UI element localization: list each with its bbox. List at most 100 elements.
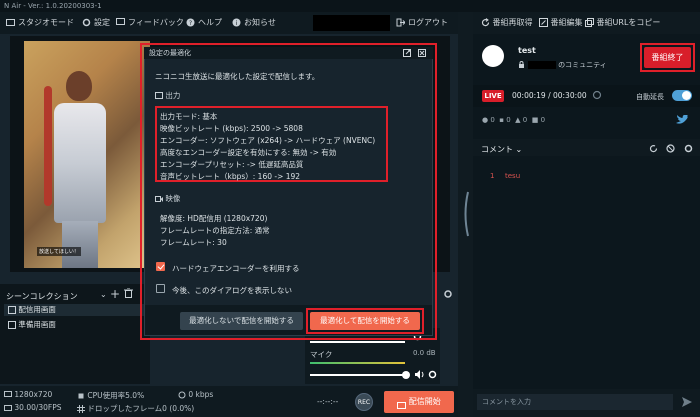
lock-icon <box>518 61 525 68</box>
community-line[interactable]: のコミュニティ <box>518 60 607 70</box>
bitrate-status: 0 kbps <box>178 390 213 399</box>
video-section-label: 映像 <box>165 194 181 203</box>
close-icon[interactable] <box>418 49 426 59</box>
scene-item[interactable]: 配信用画面 <box>4 304 146 316</box>
notice-label: お知らせ <box>244 18 276 27</box>
output-icon <box>155 92 163 100</box>
program-stats: ● 0 ▪ 0 ▲ 0 ■ 0 <box>482 116 602 126</box>
mic-volume-slider[interactable] <box>310 374 405 376</box>
settings-button[interactable]: 設定 <box>82 17 110 28</box>
refresh-comments-icon[interactable] <box>649 144 658 155</box>
fps-status: 30.00/30FPS <box>4 403 62 412</box>
add-scene-icon[interactable]: + <box>110 287 120 301</box>
feedback-label: フィードバック <box>128 18 184 27</box>
window-title: N Air - Ver.: 1.0.20200303-1 <box>0 0 700 12</box>
popout-icon[interactable] <box>403 49 411 59</box>
chevron-down-icon: ⌄ <box>515 145 523 154</box>
cpu-icon <box>77 392 85 400</box>
refresh-icon <box>481 18 490 27</box>
copy-program-url-label: 番組URLをコピー <box>596 18 661 27</box>
gear-icon <box>82 18 91 27</box>
scene-item-label: 配信用画面 <box>18 305 56 314</box>
hide-dialog-checkbox[interactable] <box>156 284 165 293</box>
program-panel <box>473 12 700 417</box>
edit-program-button[interactable]: 番組編集 <box>539 17 583 28</box>
mic-label: マイク <box>310 350 333 359</box>
broadcast-icon <box>397 397 407 409</box>
program-toolbar: 番組再取得 番組編集 番組URLをコピー <box>473 12 700 34</box>
studio-mode-label: スタジオモード <box>18 18 74 27</box>
output-section-label: 出力 <box>165 91 181 100</box>
edit-program-label: 番組編集 <box>550 18 583 27</box>
rec-button[interactable]: REC <box>355 393 373 411</box>
grid-icon <box>77 405 85 413</box>
user-name: test <box>518 46 536 55</box>
send-icon[interactable] <box>682 397 692 409</box>
dropped-frames-status: ドロップしたフレーム0 (0.0%) <box>77 403 194 414</box>
extend-time-icon[interactable] <box>592 90 602 102</box>
comment-settings-icon[interactable] <box>684 144 693 155</box>
scene-collection-dropdown-icon[interactable]: ⌄ <box>100 290 107 299</box>
viewers-count: 0 <box>490 116 495 124</box>
hide-dialog-label: 今後、このダイアログを表示しない <box>172 286 292 295</box>
feedback-button[interactable]: フィードバック <box>116 17 184 28</box>
output-line: 高度なエンコーダー設定を有効にする: 無効 -> 有効 <box>160 148 337 157</box>
scene-item[interactable]: 準備用画面 <box>4 319 146 331</box>
output-line: 音声ビットレート（kbps）: 160 -> 192 <box>160 172 301 181</box>
ad-count: 0 <box>522 116 528 124</box>
delete-scene-icon[interactable] <box>124 287 133 300</box>
comments-filter-dropdown[interactable]: コメント ⌄ <box>481 144 522 155</box>
notice-button[interactable]: i お知らせ <box>232 17 276 28</box>
help-label: ヘルプ <box>198 18 222 27</box>
signal-icon <box>178 391 186 399</box>
speaker-icon[interactable] <box>415 370 425 381</box>
panel-splitter[interactable] <box>458 12 473 417</box>
output-line: エンコーダー: ソフトウェア (x264) -> ハードウェア (NVENC) <box>160 136 376 145</box>
menu-bar: スタジオモード 設定 フィードバック ? ヘルプ i お知らせ ログアウト <box>0 12 458 34</box>
stream-time: --:--:-- <box>317 397 339 406</box>
hardware-encoder-checkbox[interactable] <box>156 262 165 271</box>
cpu-status: CPU使用率5.0% <box>77 390 144 401</box>
studio-icon <box>6 18 15 27</box>
optimize-and-start-button[interactable]: 最適化して配信を開始する <box>310 312 420 330</box>
output-line: 出力モード: 基本 <box>160 112 218 121</box>
auto-extend-toggle[interactable] <box>672 90 692 101</box>
scene-collection-panel: シーンコレクション ⌄ + 配信用画面 準備用画面 <box>0 284 150 384</box>
settings-label: 設定 <box>94 18 110 27</box>
studio-mode-button[interactable]: スタジオモード <box>6 17 74 28</box>
logout-button[interactable]: ログアウト <box>396 17 448 28</box>
mixer-settings-icon[interactable] <box>428 370 437 381</box>
character-braid <box>44 86 52 206</box>
desktop-audio-slider[interactable] <box>310 341 405 343</box>
output-line: 映像ビットレート (kbps): 2500 -> 5808 <box>160 124 303 133</box>
mic-volume-knob[interactable] <box>402 371 410 379</box>
feedback-icon <box>116 18 125 27</box>
mixer-settings-icon[interactable] <box>443 289 453 301</box>
scene-icon <box>8 306 16 314</box>
character-head <box>66 71 92 101</box>
viewers-icon: ● <box>482 116 489 124</box>
help-button[interactable]: ? ヘルプ <box>186 17 222 28</box>
start-stream-button[interactable]: 配信開始 <box>384 391 454 413</box>
redacted-community <box>527 60 556 69</box>
cpu-value: CPU使用率5.0% <box>87 391 145 400</box>
comments-count-icon: ▪ <box>499 116 505 124</box>
avatar <box>482 45 504 67</box>
ad-icon: ▲ <box>515 116 521 124</box>
end-program-button[interactable]: 番組終了 <box>644 47 691 68</box>
comment-input[interactable]: コメントを入力 <box>477 394 673 410</box>
scene-collection-title: シーンコレクション <box>6 292 78 301</box>
block-icon[interactable] <box>666 144 675 155</box>
svg-text:?: ? <box>189 20 192 27</box>
comments-count: 0 <box>506 116 511 124</box>
twitter-icon[interactable] <box>676 114 688 127</box>
comment-text[interactable]: tesu <box>505 172 520 180</box>
auto-extend-label: 自動延長 <box>636 93 664 101</box>
refresh-program-button[interactable]: 番組再取得 <box>481 17 533 28</box>
video-section-header: 映像 <box>155 193 180 204</box>
copy-program-url-button[interactable]: 番組URLをコピー <box>585 17 660 28</box>
video-line: 解像度: HD配信用 (1280x720) <box>160 214 268 223</box>
comments-label: コメント <box>481 145 513 154</box>
start-without-optimize-button[interactable]: 最適化しないで配信を開始する <box>180 312 303 330</box>
edit-icon <box>539 18 548 27</box>
